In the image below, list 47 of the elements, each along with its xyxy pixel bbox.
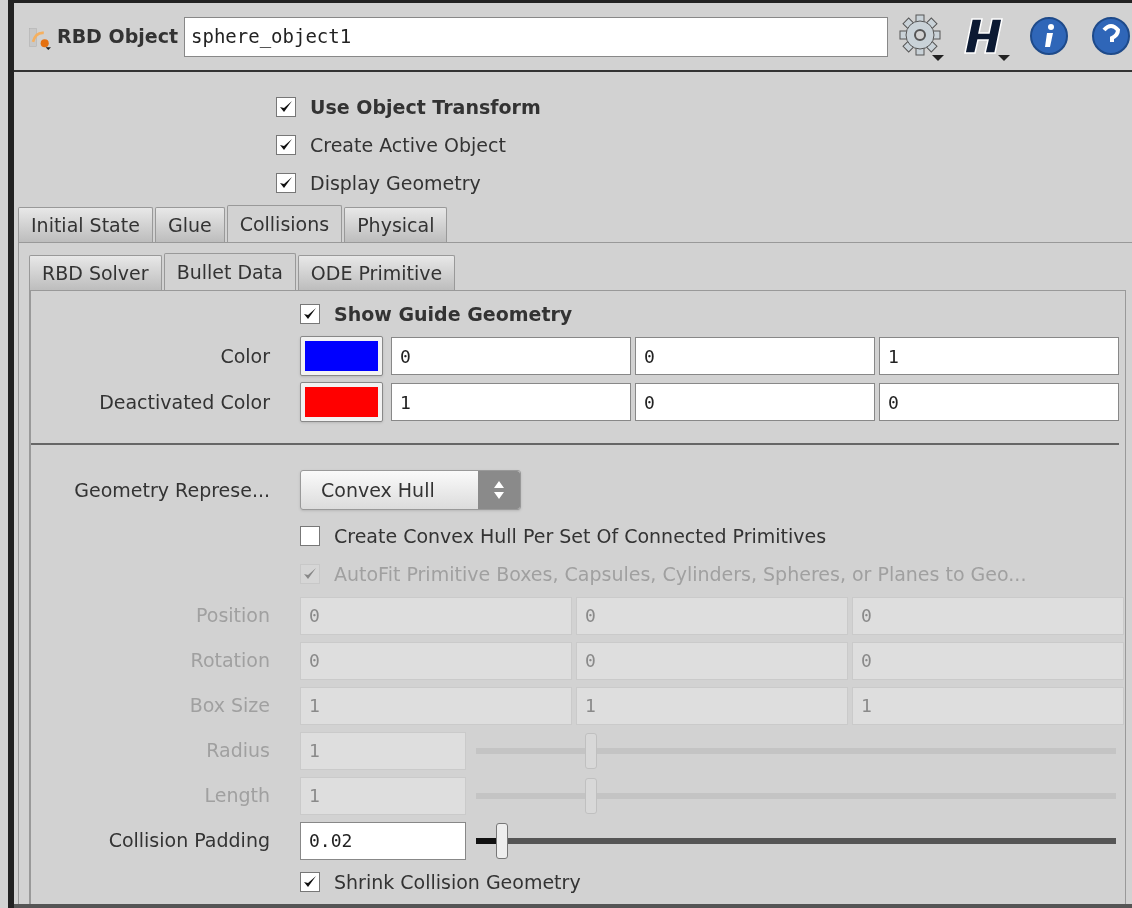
number-field[interactable]: 0 [879,383,1119,421]
dropdown-menu[interactable]: Convex Hull [300,470,521,510]
checkbox[interactable] [276,97,296,117]
gear-icon[interactable] [898,12,946,61]
checkbox[interactable] [300,872,320,892]
tab[interactable]: Bullet Data [163,253,296,291]
checkbox[interactable] [276,135,296,155]
checkmark-icon [279,100,293,114]
number-field[interactable]: 0 [635,383,875,421]
tab[interactable]: Glue [154,207,225,242]
parameter-label: Color [219,343,271,369]
tab[interactable]: Physical [344,207,448,242]
tab[interactable]: Collisions [226,205,343,243]
slider-track[interactable] [476,792,1116,799]
parameter-label: Deactivated Color [98,389,271,415]
tab[interactable]: Initial State [18,207,153,242]
info-icon[interactable] [1028,15,1070,58]
number-field[interactable]: 0 [391,337,631,375]
checkmark-icon [303,307,317,321]
number-field[interactable]: 0.02 [300,821,466,860]
parameter-label: Geometry Represe... [73,477,271,503]
checkmark-icon [279,176,293,190]
checkbox[interactable] [300,304,320,324]
node-name-field[interactable]: sphere_object1 [184,16,888,57]
tab[interactable]: ODE Primitive [297,255,456,290]
tab[interactable]: RBD Solver [29,255,162,290]
slider-track[interactable] [476,837,1116,844]
checkbox-label: Show Guide Geometry [334,301,573,327]
checkbox-label: Use Object Transform [310,94,541,120]
parameter-label: Collision Padding [107,828,271,854]
checkbox-label: Display Geometry [310,170,481,196]
node-type-label: RBD Object [57,24,178,50]
number-field[interactable]: 1 [879,337,1119,375]
slider-handle[interactable] [495,822,508,859]
checkmark-icon [303,875,317,889]
checkmark-icon [303,567,317,581]
checkbox[interactable] [300,526,320,546]
checkbox[interactable] [276,173,296,193]
up-down-arrows-icon [493,479,505,501]
number-field[interactable]: 1 [391,383,631,421]
checkmark-icon [279,138,293,152]
checkbox-label: Create Active Object [310,132,506,158]
checkbox-label: Create Convex Hull Per Set Of Connected Primitives [334,523,827,549]
help-icon[interactable] [1090,15,1132,58]
slider-track[interactable] [476,747,1116,754]
number-field[interactable]: 0 [635,337,875,375]
checkbox-label: Shrink Collision Geometry [334,869,581,895]
